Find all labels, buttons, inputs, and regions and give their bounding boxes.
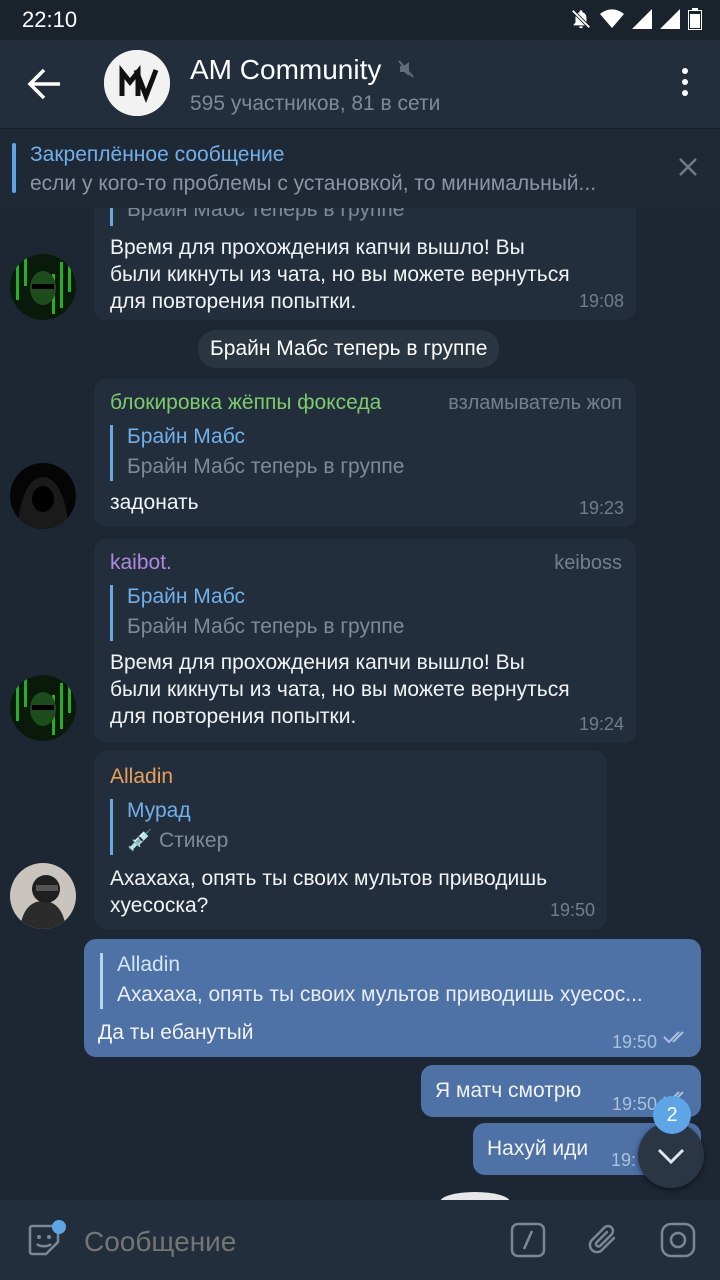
message-bubble-outgoing[interactable]: Alladin Ахахаха, опять ты своих мультов … <box>84 939 701 1057</box>
message-text: Нахуй иди <box>487 1137 589 1160</box>
reply-quote[interactable]: Брайн Мабс Брайн Мабс теперь в группе <box>110 425 404 481</box>
reply-text: Брайн Мабс теперь в группе <box>127 208 405 221</box>
message-time: 19:23 <box>578 498 624 518</box>
attach-button[interactable] <box>586 1222 622 1263</box>
close-pinned-button[interactable] <box>676 155 700 184</box>
message-time: 19:24 <box>578 714 624 734</box>
reply-text: Ахахаха, опять ты своих мультов приводиш… <box>117 983 643 1006</box>
author-name[interactable]: Alladin <box>110 765 173 789</box>
status-time: 22:10 <box>22 7 78 32</box>
reply-author: Брайн Мабс <box>127 425 246 448</box>
reply-quote[interactable]: Брайн Мабс теперь в группе <box>110 208 404 226</box>
message-text: Я матч смотрю <box>435 1079 582 1102</box>
user-avatar[interactable] <box>10 675 76 741</box>
message-line: Время для прохождения капчи вышло! Вы <box>110 651 525 674</box>
message-time: 19:50 <box>611 1032 657 1052</box>
message-text: задонать <box>110 491 199 514</box>
user-avatar[interactable] <box>10 463 76 529</box>
bot-commands-button[interactable] <box>510 1222 546 1263</box>
hooded-avatar-icon <box>10 463 76 529</box>
pinned-accent-bar <box>12 143 16 193</box>
reply-quote[interactable]: Alladin Ахахаха, опять ты своих мультов … <box>100 953 684 1009</box>
author-name[interactable]: блокировка жёппы фокседа <box>110 391 381 415</box>
matrix-avatar-icon <box>10 254 76 320</box>
service-message: Брайн Мабс теперь в группе <box>198 330 500 368</box>
message-time: 19:50 <box>549 900 595 920</box>
pinned-message-bar[interactable]: Закреплённое сообщение если у кого-то пр… <box>0 128 720 208</box>
message-time: 19: <box>611 1150 637 1170</box>
message-bubble[interactable]: Alladin Мурад 💉 Стикер Ахахаха, опять ты… <box>94 751 607 929</box>
chat-header: AM Community 595 участников, 81 в сети <box>0 40 720 128</box>
new-stickers-dot <box>52 1220 66 1234</box>
matrix-avatar-icon <box>10 675 76 741</box>
message-line: были кикнуты из чата, но вы можете верну… <box>110 678 570 701</box>
chat-title[interactable]: AM Community <box>190 54 381 86</box>
reply-author: Alladin <box>117 953 181 976</box>
slash-command-icon <box>510 1222 546 1258</box>
message-line: хуесоска? <box>110 894 209 917</box>
reply-author: Мурад <box>127 799 191 822</box>
video-message-button[interactable] <box>660 1222 696 1263</box>
message-list[interactable]: Брайн Мабс теперь в группе Время для про… <box>0 208 720 1200</box>
paperclip-icon <box>588 1224 616 1254</box>
status-icons <box>570 8 702 35</box>
message-line: были кикнуты из чата, но вы можете верну… <box>110 263 570 286</box>
sticker-preview[interactable] <box>440 1192 510 1200</box>
message-line: для повторения попытки. <box>110 705 357 728</box>
message-line: Время для прохождения капчи вышло! Вы <box>110 236 525 259</box>
user-avatar[interactable] <box>10 254 76 320</box>
reply-quote[interactable]: Мурад 💉 Стикер <box>110 799 228 855</box>
pinned-text: если у кого-то проблемы с установкой, то… <box>30 172 597 195</box>
message-text: Да ты ебанутый <box>98 1021 254 1044</box>
author-role: взламыватель жоп <box>448 392 622 414</box>
soldier-avatar-icon <box>10 863 76 929</box>
pinned-label: Закреплённое сообщение <box>30 143 285 166</box>
user-avatar[interactable] <box>10 863 76 929</box>
message-bubble[interactable]: kaibot. keiboss Брайн Мабс Брайн Мабс те… <box>94 539 636 743</box>
message-text: Ахахаха, опять ты своих мультов приводиш… <box>110 865 547 919</box>
back-button[interactable] <box>26 66 66 102</box>
message-bubble[interactable]: блокировка жёппы фокседа взламыватель жо… <box>94 379 636 527</box>
camera-circle-icon <box>660 1222 696 1258</box>
author-role: keiboss <box>554 552 622 574</box>
group-avatar[interactable] <box>104 50 170 116</box>
message-line: Ахахаха, опять ты своих мультов приводиш… <box>110 867 548 890</box>
status-bar: 22:10 <box>0 0 720 40</box>
reply-text: Брайн Мабс теперь в группе <box>127 455 405 478</box>
message-input[interactable] <box>84 1226 464 1258</box>
signal-icon-2 <box>660 9 680 34</box>
reply-author: Брайн Мабс <box>127 585 246 608</box>
author-name[interactable]: kaibot. <box>110 551 172 575</box>
reply-quote[interactable]: Брайн Мабс Брайн Мабс теперь в группе <box>110 585 404 641</box>
dot <box>682 90 688 96</box>
reply-text: Брайн Мабс теперь в группе <box>127 615 405 638</box>
dot <box>682 79 688 85</box>
message-line: для повторения попытки. <box>110 290 357 313</box>
members-count: 595 участников, 81 в сети <box>190 92 441 115</box>
dot <box>682 68 688 74</box>
more-menu-button[interactable] <box>680 68 690 100</box>
message-bubble[interactable]: Брайн Мабс теперь в группе Время для про… <box>94 208 636 320</box>
message-time: 19:50 <box>611 1094 657 1114</box>
message-text: Время для прохождения капчи вышло! Вы бы… <box>110 234 570 315</box>
close-icon <box>679 158 697 176</box>
message-composer <box>0 1200 720 1280</box>
message-text: Время для прохождения капчи вышло! Вы бы… <box>110 649 570 730</box>
signal-icon <box>632 9 652 34</box>
read-check-icon <box>663 1030 689 1049</box>
muted-icon <box>398 60 414 83</box>
arrow-left-icon <box>27 68 60 100</box>
unread-count-badge: 2 <box>653 1096 691 1134</box>
am-logo-icon <box>104 50 170 116</box>
mute-bell-icon <box>570 8 592 35</box>
reply-text: 💉 Стикер <box>127 829 229 852</box>
message-time: 19:08 <box>578 291 624 311</box>
battery-icon <box>688 8 702 35</box>
wifi-icon <box>600 9 624 34</box>
